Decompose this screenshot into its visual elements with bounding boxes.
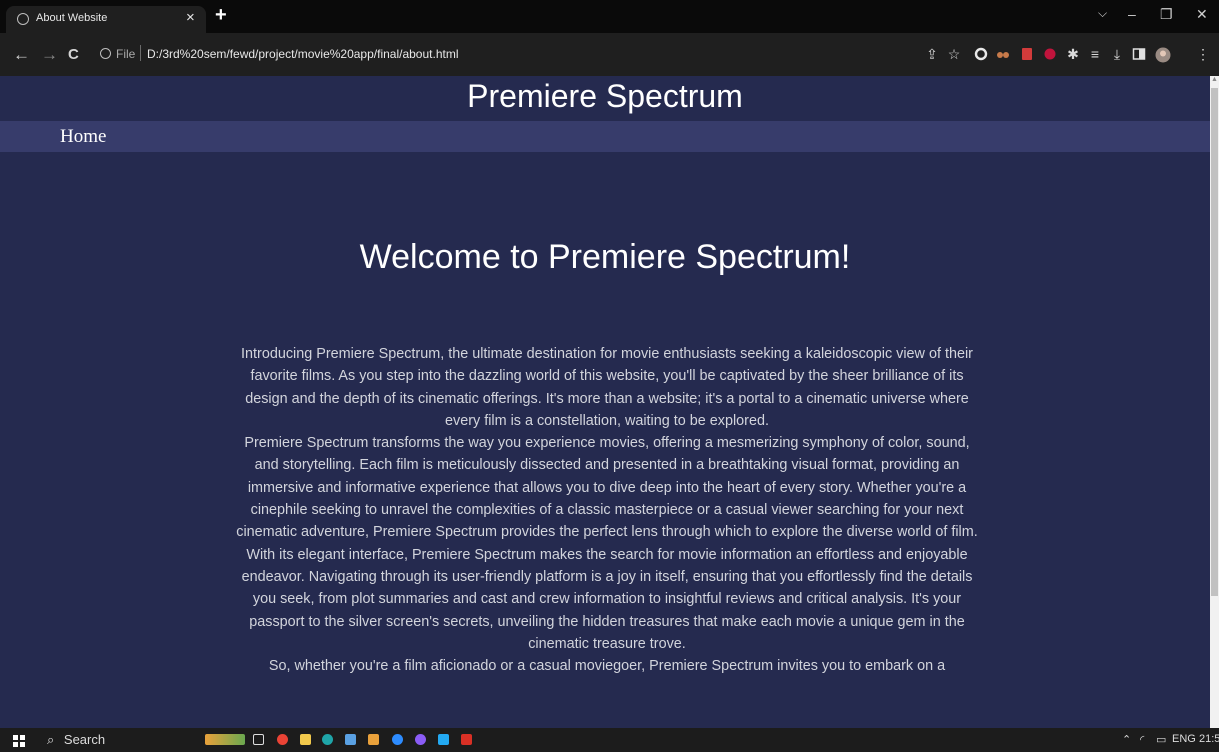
site-title: Premiere Spectrum (467, 78, 743, 114)
minimize-button[interactable]: – (1128, 6, 1136, 22)
file-explorer-icon[interactable] (300, 734, 311, 745)
back-button[interactable]: ← (13, 45, 30, 65)
zoom-icon[interactable] (392, 734, 403, 745)
tab-title: About Website (36, 12, 108, 24)
edge-icon[interactable] (322, 734, 333, 745)
chevron-up-icon[interactable]: ⌃ (1122, 733, 1131, 746)
new-tab-button[interactable]: + (215, 4, 227, 27)
scrollbar-thumb[interactable] (1211, 88, 1218, 596)
glasses-extension-icon[interactable] (996, 47, 1010, 61)
nav-bar: Home (0, 121, 1210, 152)
red-extension-icon[interactable] (1020, 47, 1034, 61)
url-scheme: File (116, 47, 136, 61)
app-circle-icon[interactable] (415, 734, 426, 745)
browser-tabstrip: About Website × + ⌵ – ❐ ✕ (0, 0, 1219, 33)
chrome-icon[interactable] (277, 734, 288, 745)
nav-home-link[interactable]: Home (60, 126, 106, 148)
language-indicator[interactable]: ENG (1172, 733, 1196, 745)
opera-extension-icon[interactable] (974, 47, 988, 61)
kebab-menu-icon[interactable]: ⋮ (1196, 47, 1210, 61)
taskbar-search[interactable]: ⌕ Search (47, 732, 105, 748)
about-paragraph: Premiere Spectrum transforms the way you… (236, 435, 978, 541)
about-paragraph: So, whether you're a film aficionado or … (268, 658, 946, 675)
side-panel-icon[interactable] (1132, 47, 1146, 61)
scroll-up-arrow-icon[interactable]: ▲ (1211, 76, 1218, 83)
extensions-puzzle-icon[interactable]: ✱ (1066, 47, 1080, 61)
taskbar-search-label: Search (63, 732, 106, 747)
windows-taskbar: ⌕ Search ⌃ ◜ ▭ ENG 21:52 (0, 728, 1219, 752)
page-scrollbar[interactable]: ▲ (1210, 76, 1219, 728)
task-view-icon[interactable] (253, 734, 264, 745)
vscode-icon[interactable] (438, 734, 449, 745)
wifi-icon[interactable]: ◜ (1140, 733, 1144, 746)
tab-search-button[interactable]: ⌵ (1098, 6, 1107, 21)
reload-button[interactable]: C (68, 46, 79, 63)
info-icon[interactable] (100, 48, 111, 59)
app-icon[interactable] (368, 734, 379, 745)
about-paragraph: With its elegant interface, Premiere Spe… (241, 546, 973, 652)
download-icon[interactable]: ⤓ (1110, 47, 1124, 61)
profile-avatar[interactable] (1155, 47, 1171, 63)
clock[interactable]: 21:52 (1199, 733, 1219, 745)
bookmark-star-icon[interactable]: ☆ (947, 47, 961, 61)
forward-button[interactable]: → (41, 45, 58, 65)
share-icon[interactable]: ⇪ (925, 47, 939, 61)
reading-list-icon[interactable]: ≡ (1088, 47, 1102, 61)
globe-icon (17, 13, 29, 25)
browser-tab[interactable]: About Website × (6, 6, 206, 33)
browser-toolbar: ← → C File D:/3rd%20sem/fewd/project/mov… (0, 33, 1219, 76)
tab-close-button[interactable]: × (186, 9, 195, 26)
address-bar[interactable]: File D:/3rd%20sem/fewd/project/movie%20a… (92, 41, 962, 69)
about-paragraph: Introducing Premiere Spectrum, the ultim… (241, 346, 973, 429)
url-text[interactable]: D:/3rd%20sem/fewd/project/movie%20app/fi… (147, 47, 459, 61)
battery-icon[interactable]: ▭ (1156, 733, 1166, 746)
widgets-icon[interactable] (205, 734, 245, 745)
about-text: Introducing Premiere Spectrum, the ultim… (232, 343, 982, 677)
welcome-heading: Welcome to Premiere Spectrum! (359, 238, 851, 276)
url-separator (140, 45, 141, 61)
ublock-icon[interactable] (1043, 47, 1057, 61)
photos-icon[interactable] (345, 734, 356, 745)
restore-button[interactable]: ❐ (1160, 6, 1173, 23)
acrobat-icon[interactable] (461, 734, 472, 745)
search-icon: ⌕ (47, 732, 55, 747)
close-window-button[interactable]: ✕ (1196, 6, 1208, 23)
windows-start-icon[interactable] (13, 735, 25, 747)
